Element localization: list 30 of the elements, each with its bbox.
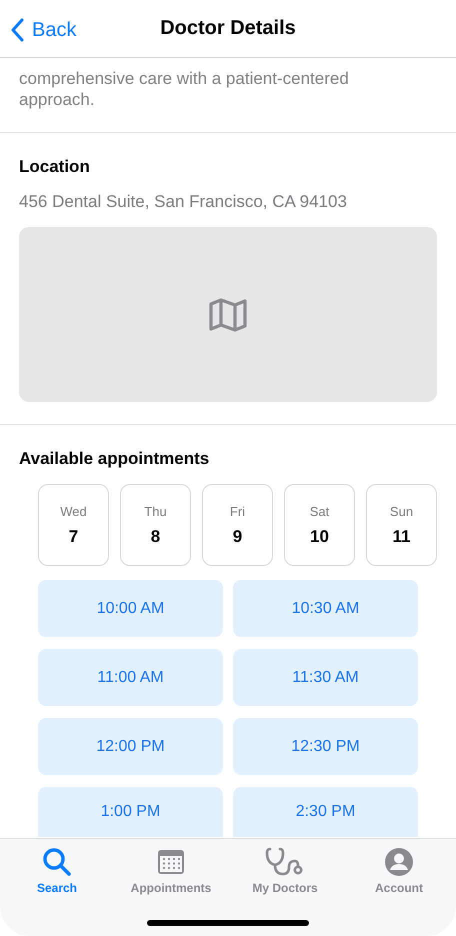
section-heading: Location xyxy=(19,157,91,177)
chevron-left-icon xyxy=(10,18,24,42)
map-placeholder[interactable] xyxy=(19,227,437,402)
calendar-icon xyxy=(156,847,186,877)
description-text: comprehensive care with a patient-centered approach. xyxy=(19,68,350,110)
time-slot-button[interactable]: 12:00 PM xyxy=(38,718,223,775)
time-slot-button[interactable]: 1:00 PM xyxy=(38,787,223,837)
time-slot-button[interactable]: 11:00 AM xyxy=(38,649,223,706)
date-card[interactable]: Sun 11 xyxy=(366,484,437,566)
tab[interactable]: Search xyxy=(0,847,114,895)
date-card[interactable]: Sat 10 xyxy=(284,484,355,566)
time-slot-button[interactable]: 10:30 AM xyxy=(233,580,418,637)
address-text: 456 Dental Suite, San Francisco, CA 94103 xyxy=(19,192,348,212)
section-heading: Available appointments xyxy=(19,449,210,469)
time-slot-button[interactable]: 10:00 AM xyxy=(38,580,223,637)
stethoscope-icon xyxy=(265,847,305,877)
time-slot-button[interactable]: 12:30 PM xyxy=(233,718,418,775)
date-card[interactable]: Fri 9 xyxy=(202,484,273,566)
tab[interactable]: My Doctors xyxy=(228,847,342,895)
map-icon xyxy=(208,296,248,332)
screen-title: Doctor Details xyxy=(160,17,296,40)
search-icon xyxy=(42,847,72,877)
time-slot-button[interactable]: 11:30 AM xyxy=(233,649,418,706)
date-card[interactable]: Thu 8 xyxy=(120,484,191,566)
back-button[interactable]: Back xyxy=(10,18,76,42)
tab[interactable]: Appointments xyxy=(114,847,228,895)
time-slot-button[interactable]: 2:30 PM xyxy=(233,787,418,837)
tab[interactable]: Account xyxy=(342,847,456,895)
date-card[interactable]: Wed 7 xyxy=(38,484,109,566)
account-icon xyxy=(384,847,414,877)
